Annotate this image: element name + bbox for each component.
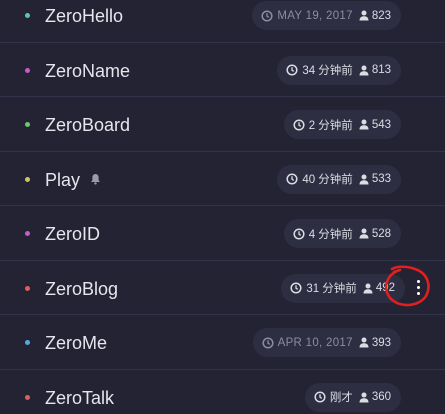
site-row[interactable]: ZeroMe APR 10, 2017 393: [0, 315, 445, 370]
status-dot: [25, 394, 30, 400]
site-info-badge: 2 分钟前 543: [283, 110, 401, 139]
site-row[interactable]: ZeroName 34 分钟前 813: [0, 43, 445, 97]
peer-count: 813: [371, 64, 391, 76]
clock-icon: [314, 391, 326, 403]
user-icon: [359, 119, 369, 130]
clock-icon: [262, 336, 274, 349]
site-info-badge: 4 分钟前 528: [283, 219, 401, 248]
status-dot: [25, 122, 30, 127]
site-info-badge: 34 分钟前 813: [277, 55, 401, 85]
peer-count: 823: [371, 9, 391, 22]
user-icon: [363, 283, 373, 294]
clock-icon: [293, 118, 305, 131]
site-row[interactable]: Play 40 分钟前 533: [0, 152, 445, 206]
site-name[interactable]: ZeroID: [45, 223, 100, 245]
updated-time: MAY 19, 2017: [277, 9, 353, 22]
site-list: ZeroHello MAY 19, 2017 823 ZeroName 34 分…: [0, 0, 445, 414]
site-row[interactable]: ZeroID 4 分钟前 528: [0, 206, 445, 261]
red-circle-annotation: [384, 265, 430, 307]
status-dot: [25, 231, 30, 236]
site-name[interactable]: ZeroHello: [45, 5, 123, 27]
updated-time: 34 分钟前: [302, 65, 353, 77]
status-dot: [25, 176, 30, 182]
site-name[interactable]: ZeroTalk: [45, 387, 114, 409]
status-dot: [25, 340, 30, 345]
peer-count: 393: [371, 336, 391, 349]
site-row[interactable]: ZeroBoard 2 分钟前 543: [0, 97, 445, 152]
clock-icon: [293, 227, 305, 240]
site-info-badge: APR 10, 2017 393: [252, 328, 401, 357]
site-row[interactable]: ZeroTalk 刚才 360: [0, 370, 445, 414]
status-dot: [25, 67, 30, 73]
site-name[interactable]: Play: [45, 169, 101, 191]
updated-time: 31 分钟前: [306, 283, 357, 295]
peer-count: 543: [371, 118, 391, 131]
site-name[interactable]: ZeroMe: [45, 332, 107, 354]
status-dot: [25, 285, 30, 291]
user-icon: [359, 392, 369, 403]
updated-time: 2 分钟前: [308, 119, 353, 132]
site-info-badge: 刚才 360: [304, 382, 401, 412]
updated-time: 刚才: [329, 392, 353, 404]
clock-icon: [286, 173, 298, 185]
peer-count: 528: [371, 227, 391, 240]
site-row[interactable]: ZeroBlog 31 分钟前 492: [0, 261, 445, 315]
updated-time: 40 分钟前: [302, 174, 353, 186]
clock-icon: [290, 282, 302, 294]
site-name-label: Play: [45, 169, 81, 190]
user-icon: [359, 337, 369, 348]
user-icon: [359, 174, 369, 185]
bell-icon: [90, 168, 101, 190]
site-name[interactable]: ZeroBlog: [45, 278, 118, 300]
status-dot: [25, 13, 30, 18]
site-row[interactable]: ZeroHello MAY 19, 2017 823: [0, 0, 445, 43]
site-name[interactable]: ZeroBoard: [45, 114, 130, 136]
updated-time: 4 分钟前: [308, 228, 353, 241]
peer-count: 533: [371, 173, 391, 185]
user-icon: [359, 228, 369, 239]
clock-icon: [261, 9, 273, 22]
user-icon: [359, 65, 369, 76]
user-icon: [359, 10, 369, 21]
peer-count: 360: [371, 391, 391, 403]
clock-icon: [286, 64, 298, 76]
site-name[interactable]: ZeroName: [45, 60, 130, 82]
updated-time: APR 10, 2017: [277, 336, 353, 349]
site-info-badge: MAY 19, 2017 823: [252, 1, 401, 30]
site-info-badge: 40 分钟前 533: [277, 164, 401, 194]
